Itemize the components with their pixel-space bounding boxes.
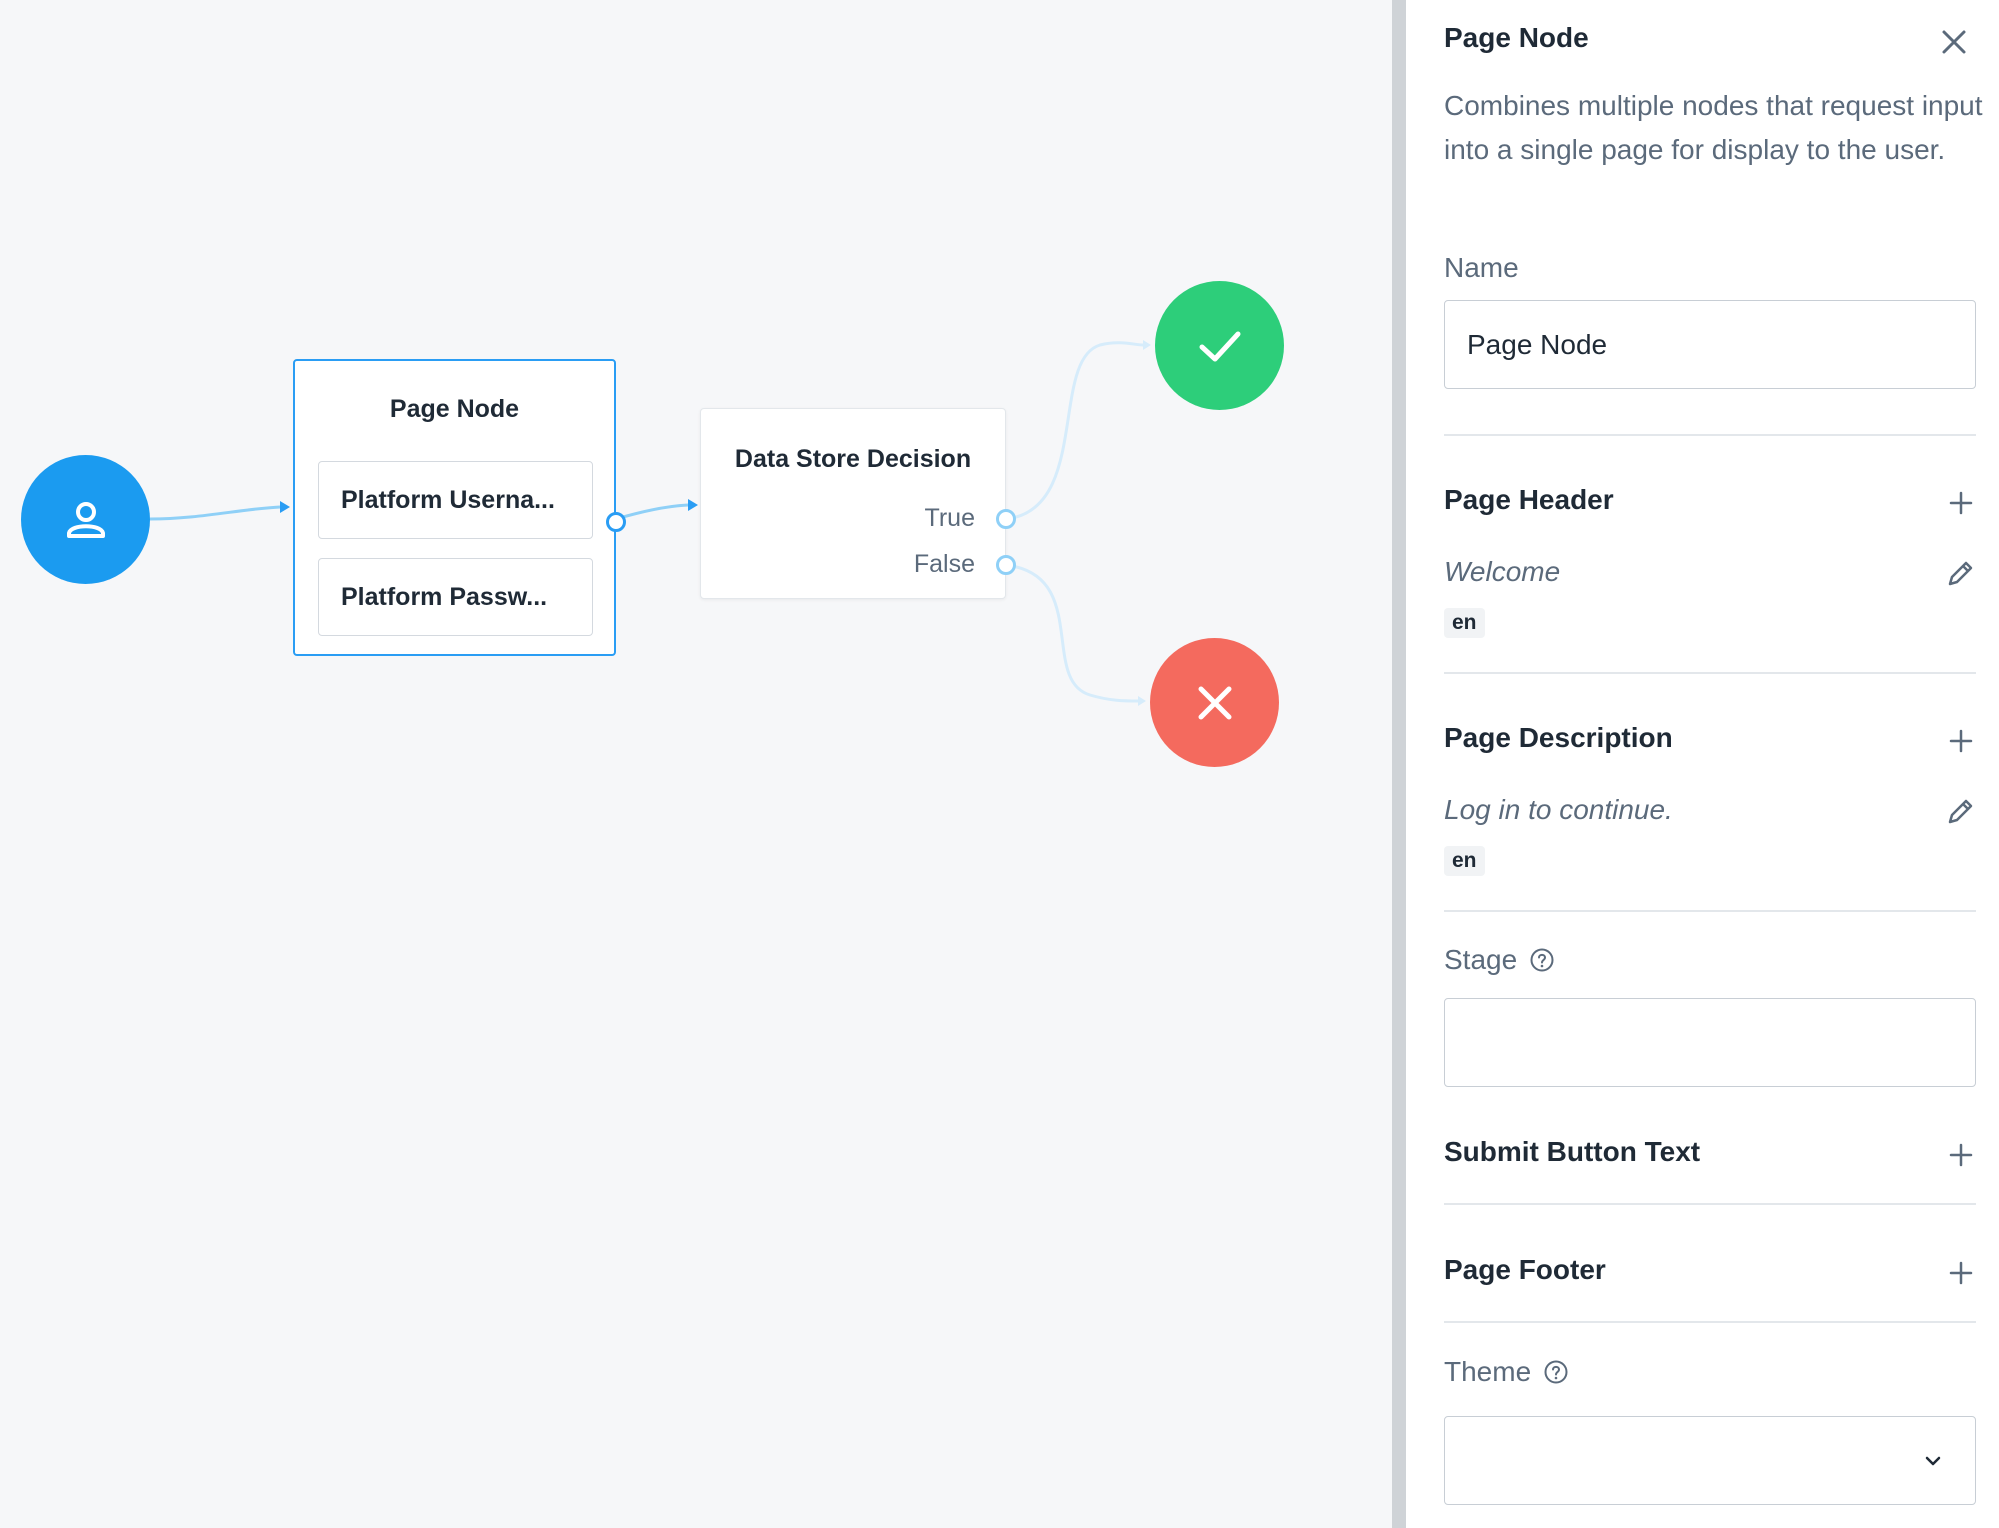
add-submit-button-text-icon[interactable] [1946, 1140, 1976, 1170]
page-description-value: Log in to continue. [1444, 794, 1673, 825]
panel-resize-divider[interactable] [1392, 0, 1406, 1528]
data-store-decision-node[interactable]: Data Store Decision True False [700, 408, 1006, 599]
name-input[interactable] [1444, 300, 1976, 389]
journey-canvas[interactable]: Page Node Platform Userna... Platform Pa… [0, 0, 1388, 1528]
stage-input[interactable] [1444, 998, 1976, 1087]
page-node-title: Page Node [389, 395, 520, 423]
page-header-value: Welcome [1444, 556, 1561, 587]
decision-node-title: Data Store Decision [734, 445, 972, 473]
outcome-false-port[interactable] [996, 555, 1016, 575]
outcome-true-port[interactable] [996, 509, 1016, 529]
theme-label: Theme [1444, 1356, 1569, 1388]
page-node[interactable]: Page Node Platform Userna... Platform Pa… [293, 359, 616, 656]
platform-username-node[interactable]: Platform Userna... [318, 461, 593, 539]
page-header-lang-badge: en [1444, 608, 1485, 638]
close-panel-icon[interactable] [1934, 22, 1974, 62]
page-footer-title: Page Footer [1444, 1254, 1606, 1285]
name-label-text: Name [1444, 252, 1519, 283]
edit-page-header-icon[interactable] [1944, 558, 1976, 590]
add-page-header-icon[interactable] [1946, 488, 1976, 518]
close-icon [1198, 686, 1231, 719]
success-node[interactable] [1155, 281, 1284, 410]
theme-select[interactable] [1444, 1416, 1976, 1505]
divider [1444, 1321, 1976, 1323]
failure-node[interactable] [1150, 638, 1279, 767]
page-description-lang-badge: en [1444, 846, 1485, 876]
add-page-footer-icon[interactable] [1946, 1258, 1976, 1288]
page-node-output-port[interactable] [606, 512, 626, 532]
theme-label-text: Theme [1444, 1356, 1532, 1387]
divider [1444, 910, 1976, 912]
divider [1444, 1203, 1976, 1205]
add-page-description-icon[interactable] [1946, 726, 1976, 756]
platform-password-node[interactable]: Platform Passw... [318, 558, 593, 636]
stage-label: Stage [1444, 944, 1555, 976]
panel-description: Combines multiple nodes that request inp… [1444, 90, 1983, 165]
outcome-false-label: False [913, 550, 975, 578]
submit-button-text-title: Submit Button Text [1444, 1136, 1701, 1167]
name-label: Name [1444, 252, 1519, 284]
panel-title: Page Node [1444, 22, 1589, 53]
connector-lines [149, 340, 1151, 706]
help-icon[interactable] [1529, 947, 1555, 973]
divider [1444, 434, 1976, 436]
start-node[interactable] [21, 455, 150, 584]
outcome-true-label: True [924, 504, 975, 532]
user-icon [66, 501, 105, 538]
checkmark-icon [1199, 331, 1240, 361]
help-icon[interactable] [1543, 1359, 1569, 1385]
divider [1444, 672, 1976, 674]
page-header-title: Page Header [1444, 484, 1614, 515]
edit-page-description-icon[interactable] [1944, 796, 1976, 828]
page-description-title: Page Description [1444, 722, 1673, 753]
chevron-down-icon [1925, 1456, 1941, 1466]
stage-label-text: Stage [1444, 944, 1518, 975]
node-properties-panel: Page Node Combines multiple nodes that r… [1406, 0, 1999, 1528]
